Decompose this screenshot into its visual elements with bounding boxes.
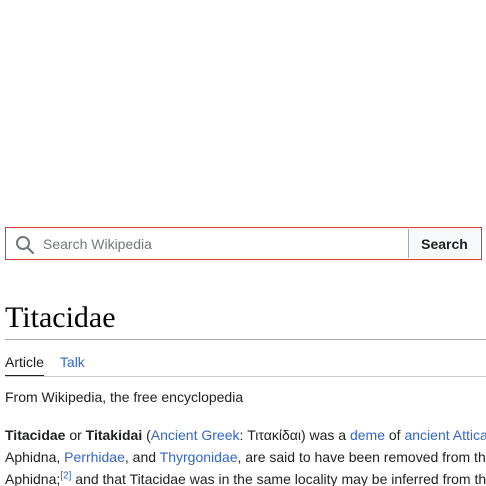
text-removed: , are said to have been removed from the (237, 449, 486, 465)
link-perrhidae[interactable]: Perrhidae (64, 449, 125, 465)
text-greek-name: : Τιτακίδαι) was a (239, 427, 350, 443)
text-aphidna-2: Aphidna; (5, 471, 61, 486)
tab-article[interactable]: Article (5, 350, 44, 377)
search-icon (16, 236, 35, 255)
title-divider (5, 339, 486, 340)
text-or: or (65, 427, 86, 443)
body-line-3: Aphidna;[2] and that Titacidae was in th… (5, 468, 486, 486)
body-line-1: Titacidae or Titakidai (Ancient Greek: Τ… (5, 424, 486, 446)
search-form: Search (5, 227, 482, 260)
page-tabs: Article Talk (5, 350, 101, 377)
text-of: of (385, 427, 405, 443)
article-body: Titacidae or Titakidai (Ancient Greek: Τ… (5, 424, 486, 486)
search-field (7, 229, 409, 258)
search-input[interactable] (7, 229, 408, 258)
search-button[interactable]: Search (409, 229, 480, 258)
link-thyrgonidae[interactable]: Thyrgonidae (160, 449, 238, 465)
site-tagline: From Wikipedia, the free encyclopedia (5, 389, 244, 405)
tab-talk[interactable]: Talk (60, 350, 85, 377)
bold-term-titacidae: Titacidae (5, 427, 66, 443)
body-line-2: Aphidna, Perrhidae, and Thyrgonidae, are… (5, 446, 486, 468)
text-inferred: and that Titacidae was in the same local… (71, 471, 486, 486)
page-title: Titacidae (5, 301, 116, 334)
text-aphidna: Aphidna, (5, 449, 65, 465)
text-open-paren: ( (142, 427, 151, 443)
link-ancient-greek[interactable]: Ancient Greek (151, 427, 240, 443)
bold-term-titakidai: Titakidai (85, 427, 143, 443)
page: Search Titacidae Article Talk From Wikip… (0, 0, 486, 486)
link-deme[interactable]: deme (350, 427, 385, 443)
tabs-divider (5, 376, 486, 377)
reference-link-2[interactable]: [2] (60, 470, 71, 481)
text-and: , and (124, 449, 160, 465)
link-ancient-attica[interactable]: ancient Attica (404, 427, 486, 443)
